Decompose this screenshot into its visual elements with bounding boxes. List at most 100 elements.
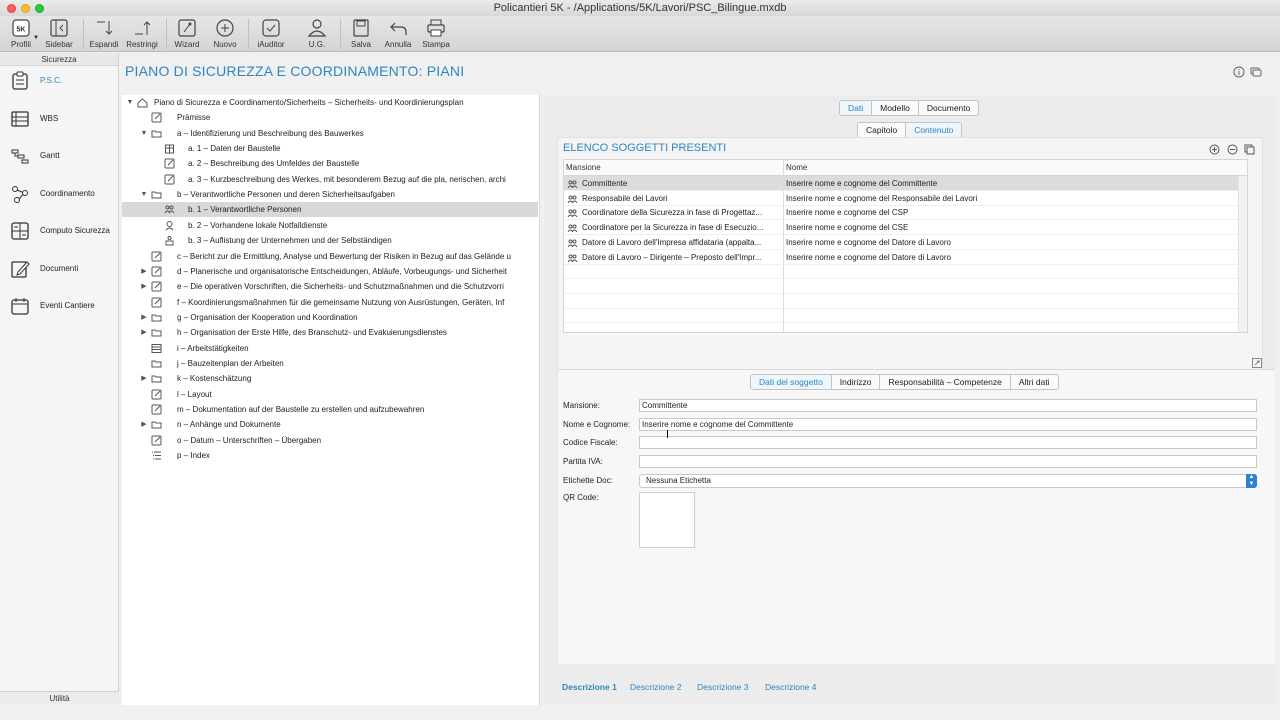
tree-row[interactable]: ▼ Piano di Sicurezza e Coordinamento/Sich… (122, 95, 538, 110)
disclosure-closed-icon[interactable]: ▶ (140, 279, 148, 294)
tab-descrizione-2[interactable]: Descrizione 2 (630, 682, 682, 692)
partita-iva-field[interactable] (639, 455, 1257, 468)
tree-row[interactable]: ▶ g – Organisation der Kooperation und Ko… (122, 310, 538, 325)
tree-row[interactable]: b. 1 – Verantwortliche Personen (122, 202, 538, 218)
iauditor-button[interactable]: iAuditor (254, 18, 288, 52)
stampa-button[interactable]: Stampa (420, 18, 452, 52)
tree-row[interactable]: b. 2 – Vorhandene lokale Notfalldienste (122, 218, 538, 233)
tab-dati[interactable]: Dati (840, 101, 873, 115)
sidebar-button[interactable]: Sidebar (44, 18, 74, 52)
tree-row[interactable]: m – Dokumentation auf der Baustelle zu e… (122, 402, 538, 417)
minimize-window-button[interactable] (21, 4, 30, 13)
table-row[interactable]: Committente Inserire nome e cognome del C… (564, 176, 1238, 191)
disclosure-open-icon[interactable]: ▼ (140, 187, 148, 202)
table-row[interactable]: Coordinatore della Sicurezza in fase di … (564, 205, 1238, 221)
info-icon[interactable] (1233, 66, 1245, 78)
tree-row[interactable]: l – Layout (122, 387, 538, 402)
tree-row[interactable]: ▶ n – Anhänge und Dokumente (122, 417, 538, 432)
tab-indirizzo[interactable]: Indirizzo (832, 375, 881, 389)
tab-dati-del-soggetto[interactable]: Dati del soggetto (751, 375, 832, 389)
disclosure-closed-icon[interactable]: ▶ (140, 264, 148, 279)
sidebar-item-gantt[interactable]: Gantt (0, 142, 119, 172)
qr-code-box[interactable] (639, 492, 695, 548)
disclosure-closed-icon[interactable]: ▶ (140, 310, 148, 325)
column-header-mansione[interactable]: Mansione (566, 163, 601, 172)
folder-icon (151, 375, 162, 383)
table-row[interactable] (564, 279, 1238, 294)
table-scrollbar[interactable] (1238, 176, 1247, 332)
expand-arrows-icon[interactable] (1252, 358, 1262, 368)
sidebar-item-coordinamento[interactable]: Coordinamento (0, 180, 119, 210)
sidebar-item-documenti[interactable]: Documenti (0, 255, 119, 285)
sidebar-item-eventi-cantiere[interactable]: Eventi Cantiere (0, 292, 119, 322)
tab-modello[interactable]: Modello (872, 101, 919, 115)
sidebar-item-psc[interactable]: P.S.C. (0, 67, 119, 97)
profili-button[interactable]: 5K Profili (8, 18, 34, 52)
mansione-field[interactable]: Committente (639, 399, 1257, 412)
people-icon (567, 254, 578, 262)
disclosure-closed-icon[interactable]: ▶ (140, 417, 148, 432)
sidebar-item-computo-sicurezza[interactable]: Computo Sicurezza (0, 217, 119, 247)
tab-responsabilita-competenze[interactable]: Responsabilità – Competenze (880, 375, 1011, 389)
tree-row[interactable]: a. 3 – Kurzbeschreibung des Werkes, mit … (122, 172, 538, 187)
tab-altri-dati[interactable]: Altri dati (1011, 375, 1058, 389)
tree-row[interactable]: ▶ h – Organisation der Erste Hilfe, des B… (122, 325, 538, 340)
remove-circle-icon[interactable] (1227, 144, 1238, 155)
disclosure-closed-icon[interactable]: ▶ (140, 371, 148, 386)
tab-documento[interactable]: Documento (919, 101, 978, 115)
tree-row[interactable]: ▶ e – Die operativen Vorschriften, die Si… (122, 279, 538, 294)
checklist-icon (262, 19, 280, 37)
tree-row[interactable]: j – Bauzeitenplan der Arbeiten (122, 356, 538, 371)
espandi-button[interactable]: Espandi (89, 18, 119, 52)
chat-icon[interactable] (1250, 66, 1262, 78)
disclosure-open-icon[interactable]: ▼ (140, 126, 148, 141)
duplicate-icon[interactable] (1244, 144, 1255, 155)
tab-descrizione-1[interactable]: Descrizione 1 (562, 682, 617, 692)
disclosure-open-icon[interactable]: ▼ (126, 95, 134, 110)
toolbar-separator (83, 19, 84, 49)
tree-row[interactable]: p – Index (122, 448, 538, 463)
codice-fiscale-field[interactable] (639, 436, 1257, 449)
table-row[interactable] (564, 294, 1238, 309)
sidebar-item-wbs[interactable]: WBS (0, 105, 119, 135)
sidebar-footer-utilita[interactable]: Utilità (0, 691, 119, 705)
restringi-button[interactable]: Restringi (125, 18, 159, 52)
tree-row[interactable]: ▶ k – Kostenschätzung (122, 371, 538, 386)
tab-capitolo[interactable]: Capitolo (858, 123, 907, 137)
tree-row[interactable]: c – Bericht zur die Ermittlung, Analyse … (122, 249, 538, 264)
salva-button[interactable]: Salva (346, 18, 376, 52)
zoom-window-button[interactable] (35, 4, 44, 13)
tab-contenuto[interactable]: Contenuto (906, 123, 962, 137)
nome-cognome-field[interactable]: Inserire nome e cognome del Committente (639, 418, 1257, 431)
nuovo-button[interactable]: Nuovo (210, 18, 240, 52)
tree-row[interactable]: b. 3 – Auflistung der Unternehmen und de… (122, 233, 538, 248)
tree-row[interactable]: a. 1 – Daten der Baustelle (122, 141, 538, 156)
column-header-nome[interactable]: Nome (786, 163, 807, 172)
tree-row[interactable]: Prämisse (122, 110, 538, 125)
table-row[interactable] (564, 264, 1238, 280)
annulla-button[interactable]: Annulla (382, 18, 414, 52)
tree-row-label: j – Bauzeitenplan der Arbeiten (177, 358, 284, 368)
table-row[interactable] (564, 308, 1238, 324)
etichette-doc-select[interactable]: Nessuna Etichetta ▲ ▼ (639, 474, 1257, 488)
tree-row-label: b – Verantwortliche Personen und deren S… (177, 190, 395, 200)
tab-descrizione-3[interactable]: Descrizione 3 (697, 682, 749, 692)
wizard-button[interactable]: Wizard (172, 18, 202, 52)
tree-row[interactable]: ▼ b – Verantwortliche Personen und deren … (122, 187, 538, 202)
tree-row[interactable]: ▼ a – Identifizierung und Beschreibung de… (122, 126, 538, 141)
profili-dropdown-arrow-icon[interactable]: ▼ (33, 35, 39, 41)
tree-row[interactable]: ▶ d – Planerische und organisatorische En… (122, 264, 538, 279)
tree-row[interactable]: i – Arbeitstätigkeiten (122, 341, 538, 356)
add-circle-icon[interactable] (1209, 144, 1220, 155)
table-row[interactable]: Coordinatore per la Sicurezza in fase di… (564, 220, 1238, 236)
tree-row[interactable]: o – Datum – Unterschriften – Übergaben (122, 433, 538, 448)
table-row[interactable]: Datore di Lavoro dell'Impresa affidatari… (564, 235, 1238, 250)
tree-row[interactable]: f – Koordinierungsmaßnahmen für die geme… (122, 295, 538, 310)
tab-descrizione-4[interactable]: Descrizione 4 (765, 682, 817, 692)
table-row[interactable]: Responsabile dei Lavori Inserire nome e c… (564, 191, 1238, 206)
table-row[interactable]: Datore di Lavoro – Dirigente – Preposto … (564, 250, 1238, 265)
close-window-button[interactable] (7, 4, 16, 13)
tree-row[interactable]: a. 2 – Beschreibung des Umfeldes der Bau… (122, 156, 538, 171)
disclosure-closed-icon[interactable]: ▶ (140, 325, 148, 340)
ug-button[interactable]: U.G. (302, 18, 332, 52)
